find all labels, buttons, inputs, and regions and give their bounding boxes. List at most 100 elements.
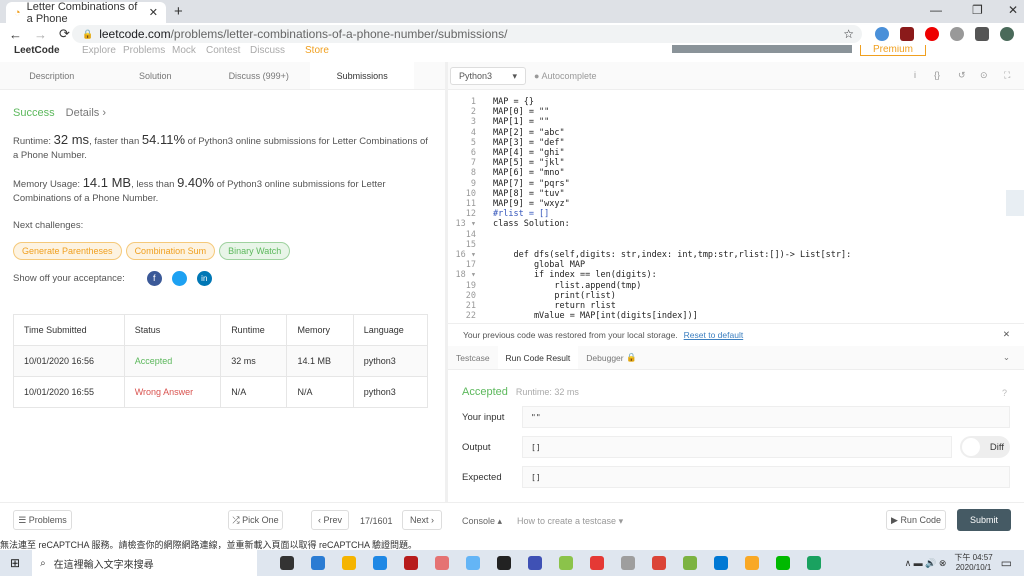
taskbar-app-icon[interactable] [465, 556, 480, 570]
help-icon[interactable]: ? [1002, 388, 1007, 398]
code-line: def dfs(self,digits: str,index: int,tmp:… [493, 250, 852, 260]
close-tab-icon[interactable]: ✕ [149, 6, 158, 19]
windows-start-icon[interactable]: ⊞ [10, 556, 20, 570]
close-notice-icon[interactable]: ✕ [1003, 329, 1010, 340]
url-input[interactable]: 🔒 leetcode.com/problems/letter-combinatio… [72, 25, 862, 43]
taskbar-app-icon[interactable] [527, 556, 542, 570]
autocomplete-toggle[interactable]: ● Autocomplete [534, 71, 597, 81]
line-number: 10 [465, 188, 476, 199]
taskbar-app-icon[interactable] [434, 556, 449, 570]
tab-run-code-result[interactable]: Run Code Result [497, 346, 579, 369]
taskbar-app-icon[interactable] [589, 556, 604, 570]
nav-explore[interactable]: Explore [82, 45, 116, 56]
braces-icon[interactable]: {} [934, 70, 940, 80]
minimize-icon[interactable]: — [930, 3, 942, 17]
reload-icon[interactable]: ⟳ [59, 26, 70, 42]
table-row[interactable]: 10/01/2020 16:55 Wrong Answer N/A N/A python… [13, 376, 429, 408]
taskbar-app-icon[interactable] [713, 556, 728, 570]
collapse-chevron-icon[interactable]: ⌄ [1003, 346, 1010, 369]
tab-debugger[interactable]: Debugger 🔒 [578, 346, 644, 369]
premium-button[interactable]: Premium [860, 45, 927, 56]
new-tab-icon[interactable]: + [174, 3, 183, 20]
code-line: print(rlist) [493, 290, 616, 301]
nav-store[interactable]: Store [305, 45, 329, 56]
prev-button[interactable]: ‹ Prev [311, 510, 349, 530]
tab-testcase[interactable]: Testcase [448, 346, 498, 369]
close-window-icon[interactable]: ✕ [1008, 3, 1018, 17]
clock[interactable]: 下午 04:57 2020/10/1 [954, 553, 992, 573]
console-button[interactable]: Console ▴ [462, 516, 502, 527]
submit-button[interactable]: Submit [957, 509, 1011, 531]
taskbar-app-icon[interactable] [651, 556, 666, 570]
twitter-icon[interactable] [171, 271, 187, 286]
pdf-extension-icon[interactable] [900, 27, 914, 41]
linkedin-icon[interactable]: in [196, 271, 212, 286]
details-link[interactable]: Details › [66, 107, 106, 119]
taskbar-app-icon[interactable] [310, 556, 325, 570]
taskbar-app-icon[interactable] [806, 556, 821, 570]
nav-mock[interactable]: Mock [172, 45, 196, 56]
adblock-extension-icon[interactable] [925, 27, 939, 41]
facebook-icon[interactable]: f [146, 271, 162, 286]
forward-icon[interactable]: → [34, 27, 47, 42]
line-number: 20 [465, 290, 476, 301]
howto-testcase-link[interactable]: How to create a testcase ▾ [517, 516, 623, 527]
taskbar-app-icon[interactable] [775, 556, 790, 570]
taskbar-app-icon[interactable] [682, 556, 697, 570]
puzzle-icon[interactable] [975, 27, 989, 41]
language-select[interactable]: Python3 ▾ [450, 67, 526, 85]
tray-icons[interactable]: ∧ ▬ 🔊 ⊗ [905, 558, 947, 569]
lock-icon: 🔒 [82, 28, 94, 39]
taskbar-app-icon[interactable] [403, 556, 418, 570]
browser-tab[interactable]: ◔ Letter Combinations of a Phone ✕ [6, 1, 166, 25]
diff-toggle[interactable]: Diff [960, 436, 1010, 458]
reset-icon[interactable]: ↺ [958, 70, 966, 81]
taskbar-app-icon[interactable] [558, 556, 573, 570]
star-icon[interactable]: ☆ [843, 27, 854, 41]
challenge-binary-watch[interactable]: Binary Watch [219, 242, 291, 260]
maximize-icon[interactable]: ❐ [972, 3, 983, 17]
info-icon[interactable]: i [914, 70, 916, 80]
taskbar-app-icon[interactable] [279, 556, 294, 570]
search-bar[interactable] [672, 45, 852, 53]
nav-problems[interactable]: Problems [123, 45, 165, 56]
taskbar-app-icon[interactable] [620, 556, 635, 570]
reset-default-link[interactable]: Reset to default [684, 330, 744, 340]
run-code-button[interactable]: ▶ Run Code [886, 510, 946, 530]
next-button[interactable]: Next › [402, 510, 442, 530]
status-wrong-link[interactable]: Wrong Answer [123, 376, 222, 408]
notifications-icon[interactable]: ▭ [1001, 556, 1012, 570]
taskbar-app-icon[interactable] [744, 556, 759, 570]
challenge-combination-sum[interactable]: Combination Sum [125, 242, 216, 260]
code-editor[interactable]: 1 MAP = {} 2 MAP[0] = "" 3 MAP[1] = "" 4 MA… [448, 90, 1024, 321]
run-result-header: Accepted Runtime: 32 ms [462, 386, 579, 398]
nav-discuss[interactable]: Discuss [250, 45, 285, 56]
fullscreen-icon[interactable]: ⛶ [1004, 70, 1010, 81]
avatar[interactable] [1000, 27, 1014, 41]
logo[interactable]: LeetCode [14, 45, 60, 56]
taskbar-search-input[interactable]: ⌕ 在這裡輸入文字來搜尋 [32, 550, 258, 576]
tab-submissions[interactable]: Submissions [310, 62, 414, 89]
extension-icon[interactable] [875, 27, 889, 41]
problems-button[interactable]: ☰ Problems [13, 510, 72, 530]
side-feedback-button[interactable] [1006, 190, 1024, 216]
tab-description[interactable]: Description [0, 62, 103, 89]
table-row[interactable]: 10/01/2020 16:56 Accepted 32 ms 14.1 MB pyth… [13, 345, 429, 377]
line-number: 8 [470, 168, 476, 179]
status-accepted-link[interactable]: Accepted [123, 345, 222, 377]
output-row: Output[] Diff [462, 436, 1012, 458]
settings-icon[interactable]: ⊙ [980, 70, 988, 81]
line-number: 19 [465, 280, 476, 291]
nav-contest[interactable]: Contest [206, 45, 240, 56]
tab-solution[interactable]: Solution [103, 62, 206, 89]
tab-discuss[interactable]: Discuss (999+) [207, 62, 310, 89]
taskbar-app-icon[interactable] [372, 556, 387, 570]
pick-one-button[interactable]: ⤮ Pick One [228, 510, 283, 530]
back-icon[interactable]: ← [9, 27, 22, 42]
challenge-generate-parentheses[interactable]: Generate Parentheses [13, 242, 122, 260]
drive-extension-icon[interactable] [950, 27, 964, 41]
taskbar-app-icon[interactable] [496, 556, 511, 570]
line-number: 6 [470, 148, 476, 158]
taskbar-app-icon[interactable] [341, 556, 356, 570]
restore-notice: Your previous code was restored from you… [448, 323, 1024, 345]
